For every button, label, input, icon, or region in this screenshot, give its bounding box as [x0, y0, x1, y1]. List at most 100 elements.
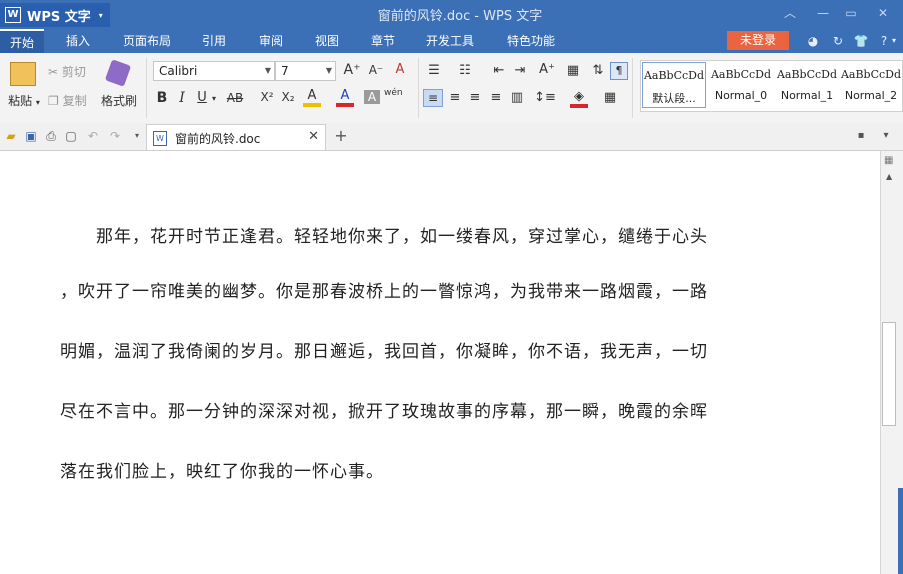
quick-access-dropdown-icon[interactable]: ▾: [128, 127, 146, 145]
side-panel-edge: [898, 488, 903, 574]
align-left-icon[interactable]: ≡: [423, 89, 443, 107]
collapse-ribbon-button[interactable]: ︿: [779, 4, 801, 22]
copy-icon: ❐: [48, 94, 63, 108]
sort-icon[interactable]: ⇅: [590, 63, 606, 78]
style-default-paragraph[interactable]: AaBbCcDd 默认段...: [642, 62, 706, 108]
style-normal-2[interactable]: AaBbCcDd Normal_2: [840, 62, 902, 108]
style-name: Normal_0: [714, 89, 768, 102]
bold-button[interactable]: B: [154, 90, 170, 106]
chevron-down-icon[interactable]: ▾: [210, 94, 218, 103]
redo-icon[interactable]: ↷: [106, 127, 124, 145]
tab-review[interactable]: 审阅: [253, 29, 289, 53]
app-name: WPS 文字: [27, 9, 91, 25]
chevron-down-icon: ▾: [35, 98, 40, 107]
print-preview-icon[interactable]: ▢: [62, 127, 80, 145]
copy-label: 复制: [62, 94, 87, 108]
scissors-icon: ✂: [48, 65, 62, 79]
text-line: ，吹开了一帘唯美的幽梦。你是那春波桥上的一瞥惊鸿，为我带来一路烟霞，一路: [60, 282, 708, 302]
document-canvas[interactable]: [0, 151, 880, 574]
print-icon[interactable]: ⎙: [42, 127, 60, 145]
underline-button[interactable]: U: [195, 90, 209, 105]
style-preview: AaBbCcDd: [776, 68, 838, 81]
char-shading-button[interactable]: A: [364, 90, 380, 104]
paste-icon[interactable]: [10, 62, 36, 86]
style-preview: AaBbCcDd: [643, 69, 705, 82]
chevron-down-icon: ▼: [325, 66, 332, 75]
cut-button[interactable]: ✂ 剪切: [48, 63, 98, 80]
grow-font-button[interactable]: A⁺: [343, 62, 361, 78]
table-icon[interactable]: ▦: [564, 63, 582, 78]
maximize-button[interactable]: ▭: [840, 4, 862, 22]
chevron-down-icon: ▼: [264, 66, 271, 75]
tab-special[interactable]: 特色功能: [500, 29, 562, 53]
increase-indent-icon[interactable]: ⇥: [511, 63, 529, 78]
subscript-button[interactable]: X₂: [279, 90, 297, 104]
superscript-button[interactable]: X²: [258, 90, 276, 104]
tab-home[interactable]: 开始: [0, 29, 44, 53]
tab-references[interactable]: 引用: [196, 29, 232, 53]
style-name: Normal_1: [780, 89, 834, 102]
scrollbar-thumb[interactable]: [882, 322, 896, 426]
clear-format-icon[interactable]: A: [391, 62, 409, 77]
decrease-indent-icon[interactable]: ⇤: [490, 63, 508, 78]
minimize-button[interactable]: —: [812, 4, 834, 22]
font-name-select[interactable]: Calibri ▼: [153, 61, 275, 81]
align-right-icon[interactable]: ≡: [466, 90, 484, 105]
font-size-select[interactable]: 7 ▼: [275, 61, 336, 81]
align-center-icon[interactable]: ≡: [446, 90, 464, 105]
ruler-toggle-icon[interactable]: ▦: [884, 155, 896, 167]
chevron-down-icon: ▾: [98, 10, 103, 20]
justify-icon[interactable]: ≡: [487, 90, 505, 105]
show-marks-icon[interactable]: ¶: [610, 62, 628, 80]
scroll-up-icon[interactable]: ▲: [886, 172, 896, 181]
close-button[interactable]: ✕: [872, 4, 894, 22]
format-painter-button[interactable]: 格式刷: [98, 92, 140, 109]
shading-icon[interactable]: ◈: [570, 89, 588, 108]
numbered-list-icon[interactable]: ☷: [456, 63, 474, 78]
font-color-button[interactable]: A: [336, 88, 354, 107]
line-spacing-icon[interactable]: ↕≡: [534, 90, 556, 105]
document-tab-label: 窗前的风铃.doc: [175, 132, 261, 146]
tab-developer[interactable]: 开发工具: [421, 29, 479, 53]
text-line: 那年，花开时节正逢君。轻轻地你来了，如一缕春风，穿过掌心，缱绻于心头: [60, 227, 708, 247]
help-chevron-icon[interactable]: ▾: [889, 33, 899, 49]
app-menu-button[interactable]: W WPS 文字 ▾: [0, 3, 110, 27]
paste-button[interactable]: 粘贴 ▾: [4, 92, 44, 109]
strikethrough-button[interactable]: AB: [224, 91, 246, 105]
cut-label: 剪切: [61, 65, 86, 79]
tab-list-icon[interactable]: ▾: [877, 127, 895, 145]
tab-chapter[interactable]: 章节: [365, 29, 401, 53]
window-mode-icon[interactable]: ▪: [852, 127, 870, 145]
ribbon-tabs: 开始 插入 页面布局 引用 审阅 视图 章节 开发工具 特色功能 未登录 ◕ ↻…: [0, 29, 903, 53]
style-preview: AaBbCcDd: [710, 68, 772, 81]
wps-logo-icon: W: [5, 7, 21, 23]
sync-icon[interactable]: ↻: [830, 33, 846, 49]
text-direction-icon[interactable]: A⁺: [536, 62, 558, 77]
bullet-list-icon[interactable]: ☰: [425, 63, 443, 78]
style-preview: AaBbCcDd: [840, 68, 902, 81]
copy-button[interactable]: ❐ 复制: [48, 92, 98, 109]
style-normal-0[interactable]: AaBbCcDd Normal_0: [708, 62, 774, 108]
style-normal-1[interactable]: AaBbCcDd Normal_1: [774, 62, 840, 108]
italic-button[interactable]: I: [175, 90, 189, 106]
distribute-icon[interactable]: ▥: [508, 90, 526, 105]
login-button[interactable]: 未登录: [727, 31, 789, 50]
phonetic-guide-button[interactable]: wén: [384, 88, 403, 98]
shirt-icon[interactable]: 👕: [853, 33, 869, 49]
document-tab[interactable]: W 窗前的风铃.doc ✕: [146, 124, 326, 150]
borders-icon[interactable]: ▦: [601, 90, 619, 105]
save-icon[interactable]: ▣: [22, 127, 40, 145]
skin-icon[interactable]: ◕: [805, 33, 821, 49]
undo-icon[interactable]: ↶: [84, 127, 102, 145]
text-line: 落在我们脸上，映红了你我的一怀心事。: [60, 462, 384, 482]
paste-label: 粘贴: [8, 94, 33, 108]
highlight-button[interactable]: A: [303, 88, 321, 107]
new-tab-icon[interactable]: +: [332, 127, 350, 145]
font-name-value: Calibri: [159, 64, 198, 78]
tab-insert[interactable]: 插入: [58, 29, 98, 53]
shrink-font-button[interactable]: A⁻: [367, 63, 385, 77]
tab-view[interactable]: 视图: [309, 29, 345, 53]
close-tab-icon[interactable]: ✕: [308, 129, 319, 144]
tab-page-layout[interactable]: 页面布局: [118, 29, 176, 53]
open-folder-icon[interactable]: ▰: [2, 127, 20, 145]
